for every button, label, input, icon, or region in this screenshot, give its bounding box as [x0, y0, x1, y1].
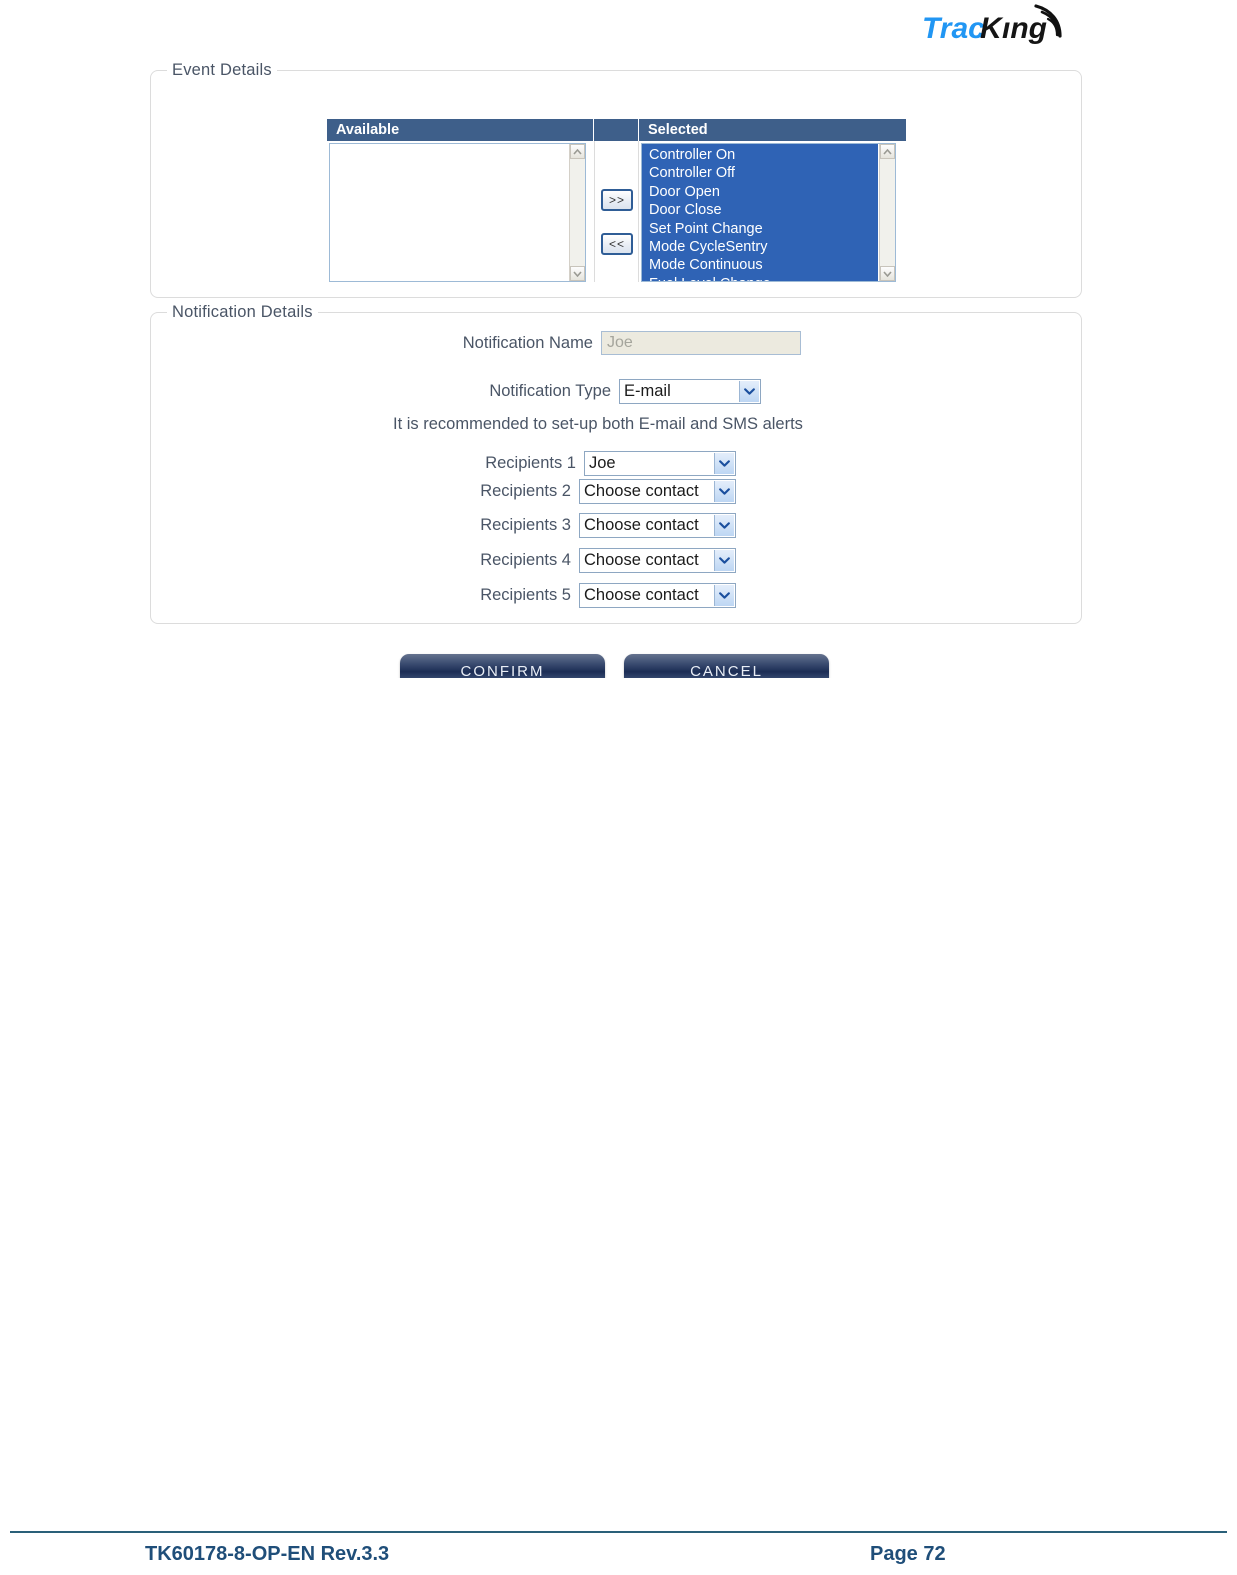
svg-text:K: K [980, 12, 1004, 45]
list-item[interactable]: Set Point Change [645, 219, 878, 239]
scroll-up-icon[interactable] [880, 144, 895, 159]
recipient-select[interactable]: Choose contact [579, 513, 736, 538]
move-left-button[interactable]: << [601, 233, 633, 255]
available-column: Available [327, 119, 594, 282]
event-details-panel: Event Details Available >> << Selected C… [150, 61, 1082, 298]
notification-type-value: E-mail [624, 382, 671, 400]
selected-listbox[interactable]: Controller On Controller Off Door Open Door… [641, 143, 896, 282]
recipient-row: Recipients 4 Choose contact [291, 548, 736, 573]
available-header: Available [327, 119, 594, 141]
selected-column: Selected Controller On Controller Off Door… [639, 119, 907, 282]
notification-type-row: Notification Type E-mail [291, 379, 761, 404]
chevron-down-icon[interactable] [714, 585, 734, 606]
recipient-value: Choose contact [584, 482, 699, 500]
recipient-row: Recipients 3 Choose contact [291, 513, 736, 538]
list-item[interactable]: Controller On [645, 146, 878, 165]
event-dual-list: Available >> << Selected Controller On C… [327, 119, 907, 294]
chevron-down-icon[interactable] [714, 481, 734, 502]
notification-details-legend: Notification Details [167, 303, 318, 322]
confirm-button[interactable]: CONFIRM [400, 654, 605, 678]
move-right-button[interactable]: >> [601, 189, 633, 211]
recipient-select[interactable]: Choose contact [579, 548, 736, 573]
available-listbox[interactable] [329, 143, 586, 282]
scroll-down-icon[interactable] [880, 266, 895, 281]
list-item[interactable]: Mode CycleSentry [645, 238, 878, 257]
notification-details-panel: Notification Details Notification Name J… [150, 303, 1082, 624]
footer-divider [10, 1531, 1227, 1533]
chevron-down-icon[interactable] [739, 381, 759, 402]
available-items [330, 144, 568, 146]
scroll-up-icon[interactable] [570, 144, 585, 159]
footer-page-number: Page 72 [870, 1543, 946, 1565]
list-item[interactable]: Mode Continuous [645, 256, 878, 275]
selected-items: Controller On Controller Off Door Open Door… [642, 144, 878, 281]
transfer-column: >> << [594, 119, 639, 282]
recipient-row: Recipients 2 Choose contact [291, 479, 736, 504]
recipient-row: Recipients 1 Joe [291, 451, 736, 476]
selected-header: Selected [639, 119, 907, 141]
footer-document-id: TK60178-8-OP-EN Rev.3.3 [145, 1543, 390, 1565]
notification-name-label: Notification Name [462, 333, 593, 352]
chevron-down-icon[interactable] [714, 453, 734, 474]
notification-type-select[interactable]: E-mail [619, 379, 761, 404]
recipient-label: Recipients 2 [480, 482, 571, 500]
notification-name-input[interactable]: Joe [601, 331, 801, 355]
chevron-down-icon[interactable] [714, 550, 734, 571]
event-details-legend: Event Details [167, 61, 277, 80]
notification-hint: It is recommended to set-up both E-mail … [393, 415, 803, 433]
recipient-select[interactable]: Choose contact [579, 583, 736, 608]
recipient-value: Joe [589, 454, 616, 472]
list-item[interactable]: Door Close [645, 201, 878, 220]
list-item[interactable]: Door Open [645, 182, 878, 202]
list-item[interactable]: Fuel Level Change [645, 274, 878, 281]
notification-type-label: Notification Type [489, 382, 611, 400]
notification-name-row: Notification Name Joe [291, 331, 801, 355]
cancel-button[interactable]: CANCEL [624, 654, 829, 678]
tracking-logo: Trac K ıng [918, 2, 1088, 50]
svg-text:Trac: Trac [922, 12, 985, 45]
recipient-label: Recipients 4 [480, 551, 571, 569]
recipient-label: Recipients 5 [480, 586, 571, 604]
scroll-down-icon[interactable] [570, 266, 585, 281]
chevron-down-icon[interactable] [714, 515, 734, 536]
selected-scrollbar[interactable] [879, 144, 895, 281]
recipient-select[interactable]: Joe [584, 451, 736, 476]
available-scrollbar[interactable] [569, 144, 585, 281]
transfer-button-group: >> << [594, 141, 639, 282]
transfer-header [594, 119, 639, 141]
recipient-select[interactable]: Choose contact [579, 479, 736, 504]
recipient-label: Recipients 3 [480, 516, 571, 534]
recipient-label: Recipients 1 [485, 454, 576, 472]
page-footer: TK60178-8-OP-EN Rev.3.3 Page 72 [10, 1543, 1227, 1573]
recipient-value: Choose contact [584, 586, 699, 604]
list-item[interactable]: Controller Off [645, 164, 878, 183]
page-content: Event Details Available >> << Selected C… [0, 58, 1237, 678]
form-actions: CONFIRM CANCEL [400, 654, 840, 678]
svg-text:ıng: ıng [1002, 12, 1047, 45]
recipient-value: Choose contact [584, 516, 699, 534]
recipient-value: Choose contact [584, 551, 699, 569]
recipient-row: Recipients 5 Choose contact [291, 583, 736, 608]
